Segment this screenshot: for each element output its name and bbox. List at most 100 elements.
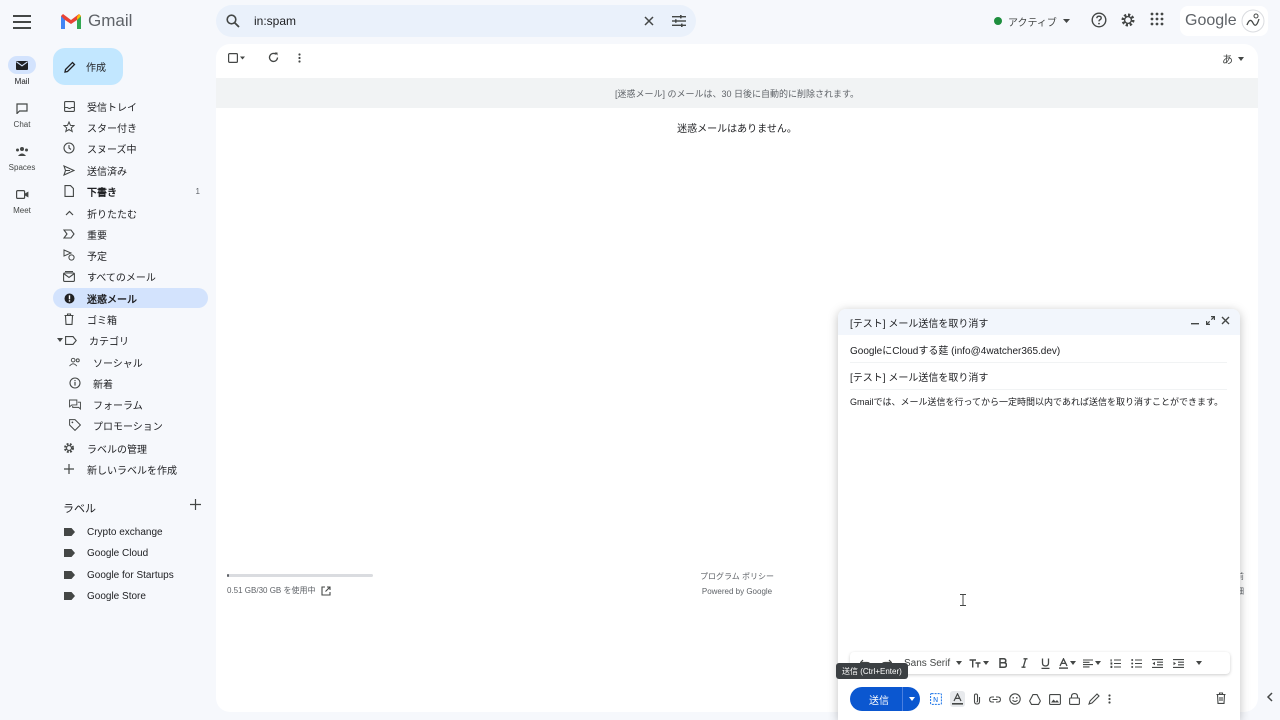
nav-collapse[interactable]: 折りたたむ — [53, 203, 208, 223]
fullscreen-icon[interactable] — [1206, 316, 1215, 325]
align-icon[interactable] — [1083, 655, 1102, 671]
add-label-icon[interactable] — [190, 499, 201, 510]
bold-icon[interactable] — [996, 655, 1010, 671]
font-size-icon[interactable] — [969, 655, 990, 671]
label-item[interactable]: Google Cloud — [53, 543, 208, 563]
emoji-icon[interactable] — [1009, 693, 1021, 705]
font-selector[interactable]: Sans Serif — [904, 655, 963, 671]
label-name: Google Cloud — [87, 547, 149, 559]
nav-spam[interactable]: 迷惑メール — [53, 288, 208, 308]
rail-spaces[interactable]: Spaces — [0, 142, 44, 172]
recipient-field[interactable]: GoogleにCloudする莚 (info@4watcher365.dev) — [850, 336, 1227, 363]
attach-file-icon[interactable] — [973, 693, 981, 705]
nav-inbox[interactable]: 受信トレイ — [53, 96, 208, 116]
rail-mail[interactable]: Mail — [0, 56, 44, 86]
gear-icon[interactable] — [1120, 12, 1136, 28]
minimize-icon[interactable] — [1191, 316, 1200, 325]
indent-more-icon[interactable] — [1171, 655, 1185, 671]
nav-label: カテゴリ — [89, 336, 129, 348]
avatar[interactable] — [1241, 9, 1265, 33]
rail-label: Meet — [13, 206, 31, 215]
more-options-icon[interactable] — [1108, 694, 1111, 704]
refresh-icon[interactable] — [268, 52, 279, 63]
people-icon — [69, 356, 81, 368]
label-name: Crypto exchange — [87, 526, 163, 538]
help-icon[interactable] — [1091, 12, 1107, 28]
label-tag-icon — [63, 569, 75, 581]
compose-header[interactable]: [テスト] メール送信を取り消す — [838, 309, 1240, 335]
label-tag-icon — [63, 526, 75, 538]
search-bar[interactable] — [216, 5, 696, 37]
send-button[interactable]: 送信 — [850, 687, 920, 711]
bulleted-list-icon[interactable] — [1129, 655, 1143, 671]
formatting-options-icon[interactable] — [950, 691, 965, 707]
more-formatting-icon[interactable] — [1192, 655, 1206, 671]
label-tag-icon — [63, 590, 75, 602]
more-vert-icon[interactable] — [298, 53, 301, 63]
send-tooltip: 送信 (Ctrl+Enter) — [836, 663, 908, 679]
select-checkbox[interactable] — [228, 53, 246, 63]
caret-down-icon — [57, 338, 63, 342]
nav-important[interactable]: 重要 — [53, 224, 208, 244]
search-options-icon[interactable] — [672, 15, 686, 27]
label-item[interactable]: Google Store — [53, 586, 208, 606]
nav-all-mail[interactable]: すべてのメール — [53, 266, 208, 286]
rail-meet[interactable]: Meet — [0, 185, 44, 215]
input-tools-button[interactable]: あ — [1222, 51, 1244, 67]
nav-starred[interactable]: スター付き — [53, 117, 208, 137]
message-body[interactable]: Gmailでは、メール送信を行ってから一定時間以内であれば送信を取り消すことがで… — [850, 395, 1230, 409]
insert-photo-icon[interactable] — [1049, 693, 1061, 705]
nav-label: 新着 — [93, 379, 113, 391]
italic-icon[interactable] — [1017, 655, 1031, 671]
label-item[interactable]: Google for Startups — [53, 565, 208, 585]
numbered-list-icon[interactable] — [1108, 655, 1122, 671]
nav-label: 重要 — [87, 230, 107, 242]
open-in-new-icon[interactable] — [321, 585, 332, 596]
subject-field[interactable]: [テスト] メール送信を取り消す — [850, 363, 1227, 390]
compose-button[interactable]: 作成 — [53, 48, 123, 85]
nav-create-label[interactable]: 新しいラベルを作成 — [53, 459, 208, 479]
info-icon — [69, 377, 81, 389]
indent-less-icon[interactable] — [1150, 655, 1164, 671]
main-menu-icon[interactable] — [10, 10, 34, 34]
text-color-icon[interactable] — [1059, 655, 1077, 671]
signature-icon[interactable] — [1088, 693, 1100, 705]
label-item[interactable]: Crypto exchange — [53, 522, 208, 542]
nav-social[interactable]: ソーシャル — [53, 352, 208, 372]
nav-snoozed[interactable]: スヌーズ中 — [53, 138, 208, 158]
nav-forums[interactable]: フォーラム — [53, 394, 208, 414]
nav-drafts[interactable]: 下書き 1 — [53, 181, 208, 201]
nav-updates[interactable]: 新着 — [53, 373, 208, 393]
nav-promotions[interactable]: プロモーション — [53, 415, 208, 435]
nav-sent[interactable]: 送信済み — [53, 160, 208, 180]
send-options-icon[interactable] — [902, 687, 920, 711]
nav-scheduled[interactable]: 予定 — [53, 245, 208, 265]
nav-manage-labels[interactable]: ラベルの管理 — [53, 438, 208, 458]
nav-categories[interactable]: カテゴリ — [53, 330, 208, 350]
gmail-logo[interactable]: Gmail — [60, 11, 132, 31]
search-input[interactable] — [254, 14, 644, 28]
underline-icon[interactable] — [1038, 655, 1052, 671]
close-icon[interactable] — [1221, 316, 1230, 325]
search-icon[interactable] — [226, 14, 240, 28]
spaces-icon — [16, 147, 28, 156]
nav-trash[interactable]: ゴミ箱 — [53, 309, 208, 329]
labels-heading: ラベル — [63, 503, 96, 515]
clear-search-icon[interactable] — [644, 16, 654, 26]
account-switcher[interactable]: Google — [1180, 6, 1268, 36]
nav-label: 迷惑メール — [87, 294, 137, 306]
insert-link-icon[interactable] — [989, 695, 1001, 703]
recipient-chip[interactable]: GoogleにCloudする莚 (info@4watcher365.dev) — [850, 342, 1060, 357]
drive-icon[interactable] — [1029, 693, 1041, 705]
program-policy-link[interactable]: プログラム ポリシー — [700, 569, 774, 584]
chevron-left-icon[interactable] — [1266, 692, 1273, 702]
status-selector[interactable]: アクティブ — [986, 10, 1078, 32]
apps-grid-icon[interactable] — [1150, 12, 1164, 26]
template-icon[interactable]: N — [930, 693, 942, 705]
discard-draft-icon[interactable] — [1216, 692, 1226, 704]
nav-label: 下書き — [87, 187, 117, 199]
confidential-mode-icon[interactable] — [1069, 693, 1080, 705]
rail-chat[interactable]: Chat — [0, 99, 44, 129]
storage-usage: 0.51 GB/30 GB を使用中 — [227, 574, 373, 596]
tag-icon — [69, 419, 81, 431]
